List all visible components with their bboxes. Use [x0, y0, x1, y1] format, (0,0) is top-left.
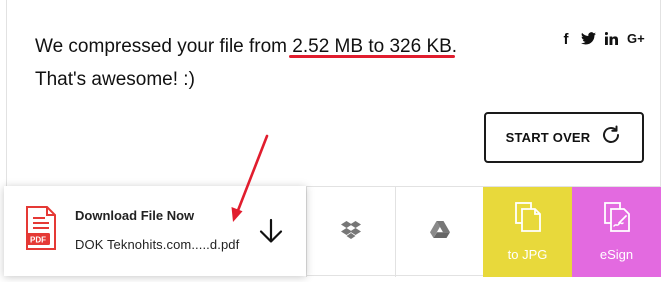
refresh-icon	[600, 124, 622, 151]
social-share-bar: f G+	[563, 29, 646, 47]
jpg-pages-icon	[514, 202, 541, 237]
svg-text:PDF: PDF	[30, 236, 46, 245]
message-suffix: .	[451, 36, 458, 57]
red-underline	[289, 55, 455, 58]
svg-text:f: f	[564, 31, 570, 46]
twitter-icon[interactable]	[581, 31, 596, 45]
dropbox-icon	[341, 220, 361, 244]
save-to-google-drive-button[interactable]	[395, 187, 483, 277]
start-over-button[interactable]: START OVER	[484, 112, 644, 163]
svg-text:G+: G+	[627, 31, 645, 45]
to-jpg-label: to JPG	[507, 247, 548, 262]
save-to-dropbox-button[interactable]	[306, 187, 395, 277]
google-drive-icon	[429, 221, 450, 243]
linkedin-icon[interactable]	[605, 31, 618, 45]
compression-message: We compressed your file from 2.52 MB to …	[35, 30, 495, 96]
message-line-2: That's awesome! :)	[35, 69, 195, 90]
size-change-text: 2.52 MB to 326 KB	[292, 36, 452, 57]
action-bar: PDF Download File Now DOK Teknohits.com.…	[4, 186, 661, 277]
download-text-block: Download File Now DOK Teknohits.com.....…	[75, 208, 239, 252]
pdf-file-icon: PDF	[26, 206, 56, 255]
googleplus-icon[interactable]: G+	[627, 31, 645, 45]
size-highlight: 2.52 MB to 326 KB	[289, 30, 455, 63]
message-prefix: We compressed your file from	[35, 36, 293, 57]
download-arrow-icon[interactable]	[257, 217, 285, 250]
convert-to-jpg-button[interactable]: to JPG	[483, 187, 572, 277]
esign-button[interactable]: eSign	[572, 187, 661, 277]
esign-label: eSign	[599, 247, 634, 262]
esign-document-icon	[603, 202, 630, 237]
download-title: Download File Now	[75, 208, 195, 223]
facebook-icon[interactable]: f	[563, 31, 572, 46]
start-over-label: START OVER	[505, 130, 591, 145]
download-filename: DOK Teknohits.com.....d.pdf	[75, 237, 240, 252]
download-file-card[interactable]: PDF Download File Now DOK Teknohits.com.…	[4, 186, 306, 276]
